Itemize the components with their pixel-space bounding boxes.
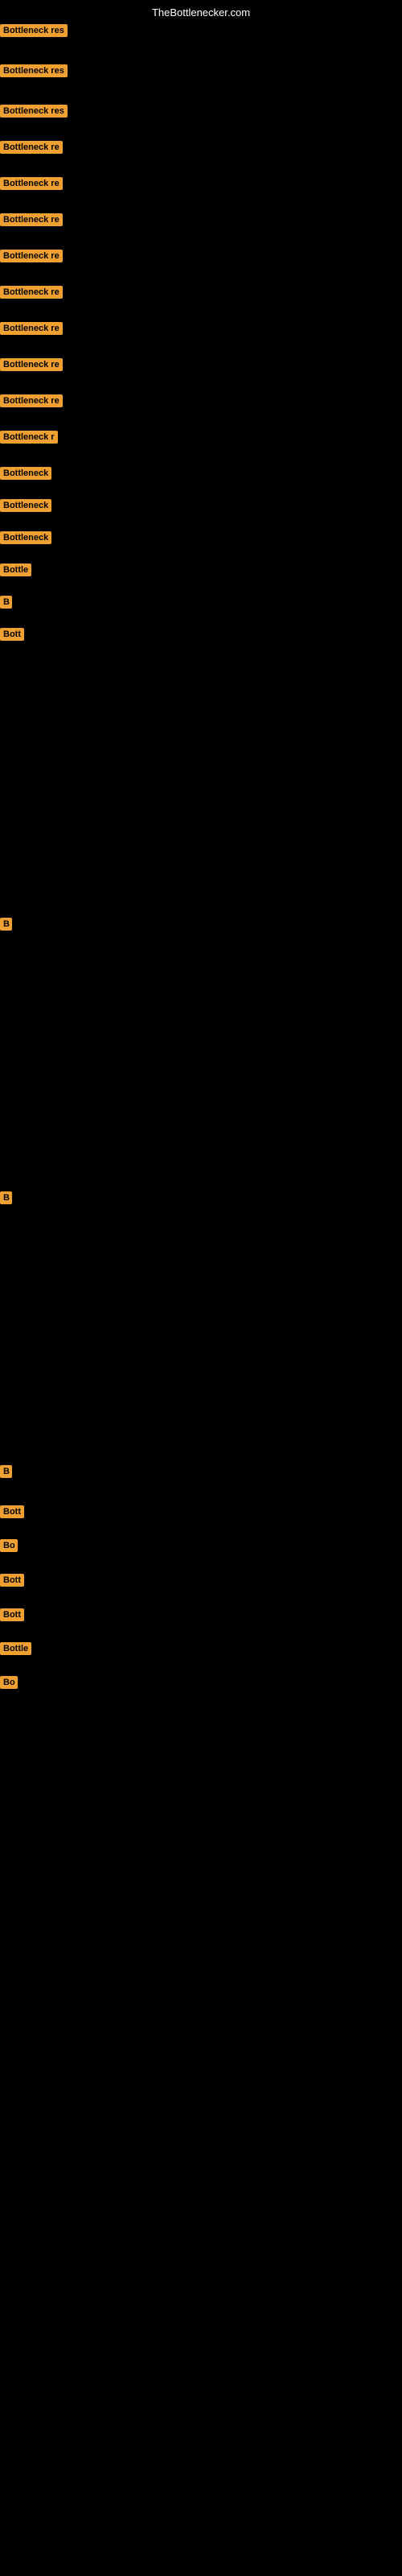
- bottleneck-badge-20: B: [0, 1465, 12, 1478]
- bottleneck-badge-9: Bottleneck re: [0, 358, 63, 371]
- bottleneck-badge-2: Bottleneck res: [0, 105, 68, 118]
- bottleneck-badge-12: Bottleneck: [0, 467, 51, 480]
- bottleneck-badge-7: Bottleneck re: [0, 286, 63, 299]
- bottleneck-badge-26: Bo: [0, 1676, 18, 1689]
- bottleneck-badge-3: Bottleneck re: [0, 141, 63, 154]
- bottleneck-badge-5: Bottleneck re: [0, 213, 63, 226]
- bottleneck-badge-0: Bottleneck res: [0, 24, 68, 37]
- bottleneck-badge-10: Bottleneck re: [0, 394, 63, 407]
- bottleneck-badge-4: Bottleneck re: [0, 177, 63, 190]
- bottleneck-badge-22: Bo: [0, 1539, 18, 1552]
- bottleneck-badge-1: Bottleneck res: [0, 64, 68, 77]
- site-title: TheBottlenecker.com: [152, 6, 250, 19]
- bottleneck-badge-17: Bott: [0, 628, 24, 641]
- bottleneck-badge-11: Bottleneck r: [0, 431, 58, 444]
- bottleneck-badge-21: Bott: [0, 1505, 24, 1518]
- bottleneck-badge-25: Bottle: [0, 1642, 31, 1655]
- bottleneck-badge-14: Bottleneck: [0, 531, 51, 544]
- bottleneck-badge-24: Bott: [0, 1608, 24, 1621]
- bottleneck-badge-18: B: [0, 918, 12, 931]
- bottleneck-badge-16: B: [0, 596, 12, 609]
- bottleneck-badge-23: Bott: [0, 1574, 24, 1587]
- bottleneck-badge-15: Bottle: [0, 564, 31, 576]
- bottleneck-badge-19: B: [0, 1191, 12, 1204]
- bottleneck-badge-6: Bottleneck re: [0, 250, 63, 262]
- bottleneck-badge-8: Bottleneck re: [0, 322, 63, 335]
- bottleneck-badge-13: Bottleneck: [0, 499, 51, 512]
